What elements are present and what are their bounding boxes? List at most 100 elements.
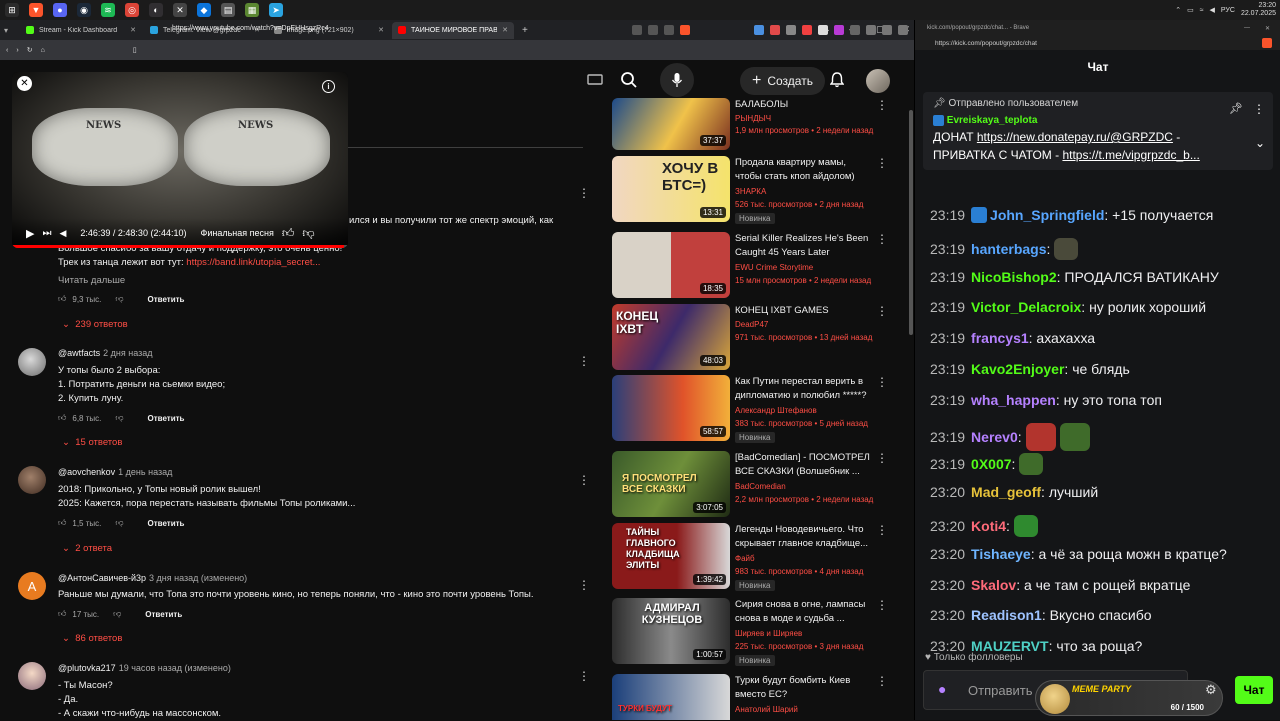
chat-message[interactable]: 23:20 Tishaeye: а чё за роща можн в кратц… — [930, 546, 1227, 562]
menu-icon[interactable] — [898, 25, 908, 35]
like-icon[interactable]: 👍︎ — [58, 609, 66, 619]
replies-toggle[interactable]: ⌄ 15 ответов — [62, 437, 122, 448]
video-title[interactable]: Serial Killer Realizes He's Been Caught 4… — [735, 232, 885, 260]
comment-author[interactable]: @plutovka217 19 часов назад (изменено) — [58, 663, 231, 673]
message-username[interactable]: 0X007 — [971, 456, 1011, 472]
channel-name[interactable]: ЗНАРКА — [735, 187, 766, 196]
chat-message[interactable]: 23:19 Victor_Delacroix: ну ролик хороший — [930, 299, 1206, 315]
video-thumbnail[interactable]: 58:57 — [612, 375, 730, 441]
band-link[interactable]: https://band.link/utopia_secret... — [186, 257, 320, 268]
extensions-puzzle-icon[interactable] — [866, 25, 876, 35]
progress-bar[interactable] — [12, 245, 348, 248]
brave-taskbar-icon[interactable]: ▼ — [29, 3, 43, 17]
video-menu-icon[interactable]: ⋮ — [876, 232, 888, 246]
message-username[interactable]: John_Springfield — [990, 207, 1104, 223]
recommended-video[interactable]: 37:37 БАЛАБОЛЫ РЫНДЫЧ 1,9 млн просмотров… — [612, 98, 910, 150]
chat-message[interactable]: 23:19 Kavo2Enjoyer: че блядь — [930, 361, 1130, 377]
chat-message[interactable]: 23:19 Nerev0: — [930, 422, 1090, 451]
video-menu-icon[interactable]: ⋮ — [876, 304, 888, 318]
pin-toggle-icon[interactable]: 📌︎ — [1229, 102, 1243, 115]
like-icon[interactable]: 👍︎ — [282, 226, 295, 241]
tray-chevron-icon[interactable]: ⌃ — [1175, 6, 1181, 14]
tab-search-icon[interactable]: ▾ — [4, 26, 18, 35]
reload-icon[interactable]: ↻ — [27, 46, 33, 54]
channel-name[interactable]: BadComedian — [735, 482, 786, 491]
extension-icon[interactable] — [818, 25, 828, 35]
chat-message[interactable]: 23:19 hanterbags: — [930, 237, 1079, 260]
video-menu-icon[interactable]: ⋮ — [876, 674, 888, 688]
url-bar[interactable]: https://www.youtube.com/watch?v=DpEHHsgz… — [172, 25, 592, 32]
search-icon[interactable] — [612, 63, 646, 97]
spotify-taskbar-icon[interactable]: ≋ — [101, 3, 115, 17]
app-taskbar-icon[interactable]: ◆ — [197, 3, 211, 17]
replies-toggle[interactable]: ⌄ 86 ответов — [62, 633, 122, 644]
avatar[interactable] — [18, 348, 46, 376]
recommended-video[interactable]: КОНЕЦ IXBT 48:03 КОНЕЦ IXBT GAMES DeadP4… — [612, 304, 910, 370]
message-username[interactable]: Readison1 — [971, 607, 1042, 623]
pinned-author[interactable]: Evreiskaya_teplota — [933, 115, 1037, 126]
extension-icon[interactable] — [786, 25, 796, 35]
avatar[interactable] — [18, 466, 46, 494]
video-thumbnail[interactable]: ТУРКИ БУДУТ — [612, 674, 730, 720]
message-username[interactable]: hanterbags — [971, 241, 1046, 257]
reply-button[interactable]: Ответить — [147, 519, 184, 528]
message-username[interactable]: Skalov — [971, 577, 1016, 593]
extension-icon[interactable] — [834, 25, 844, 35]
comment-menu-icon[interactable]: ⋮ — [578, 186, 590, 200]
recommended-video[interactable]: 58:57 Как Путин перестал верить в диплома… — [612, 375, 910, 443]
video-thumbnail[interactable]: 37:37 — [612, 98, 730, 150]
tray-network-icon[interactable]: ▭ — [1187, 6, 1194, 14]
chrome-taskbar-icon[interactable]: ◎ — [125, 3, 139, 17]
chat-message[interactable]: 23:19 John_Springfield: +15 получается — [930, 207, 1213, 223]
cast-icon[interactable] — [632, 25, 642, 35]
tray-language[interactable]: РУС — [1221, 7, 1235, 14]
chevron-down-icon[interactable]: ⌄ — [1255, 136, 1265, 150]
sidebar-icon[interactable] — [882, 25, 892, 35]
tray-clock[interactable]: 23:20 22.07.2025 — [1241, 2, 1276, 18]
video-thumbnail[interactable]: 18:35 — [612, 232, 730, 298]
video-menu-icon[interactable]: ⋮ — [876, 523, 888, 537]
video-menu-icon[interactable]: ⋮ — [876, 98, 888, 112]
settings-gear-icon[interactable]: ⚙ — [1205, 682, 1217, 698]
brave-shield-icon[interactable] — [1262, 38, 1272, 48]
video-title[interactable]: [BadComedian] - ПОСМОТРЕЛ ВСЕ СКАЗКИ (Вол… — [735, 451, 885, 479]
channel-name[interactable]: РЫНДЫЧ — [735, 114, 771, 123]
pinned-menu-icon[interactable]: ⋮ — [1253, 102, 1265, 116]
close-tab-icon[interactable]: ✕ — [130, 26, 136, 34]
channel-name[interactable]: Анатолий Шарий — [735, 705, 798, 714]
recommended-video[interactable]: 18:35 Serial Killer Realizes He's Been Ca… — [612, 232, 910, 298]
cast-screen-icon[interactable] — [578, 63, 612, 97]
comment-menu-icon[interactable]: ⋮ — [578, 669, 590, 683]
video-thumbnail[interactable]: ТАЙНЫ ГЛАВНОГО КЛАДБИЩА ЭЛИТЫ 1:39:42 — [612, 523, 730, 589]
comment-author[interactable]: @aovchenkov 1 день назад — [58, 467, 172, 477]
reply-button[interactable]: Ответить — [147, 295, 184, 304]
back-icon[interactable]: ‹ — [6, 47, 8, 54]
close-app-taskbar-icon[interactable]: ✕ — [173, 3, 187, 17]
comment-menu-icon[interactable]: ⋮ — [578, 578, 590, 592]
close-miniplayer-icon[interactable]: ✕ — [17, 76, 32, 91]
zoom-icon[interactable] — [648, 25, 658, 35]
video-title[interactable]: Легенды Новодевичьего. Что скрывает главн… — [735, 523, 885, 551]
message-username[interactable]: NicoBishop2 — [971, 269, 1057, 285]
forward-icon[interactable]: › — [16, 47, 18, 54]
microphone-icon[interactable] — [660, 63, 694, 97]
reply-button[interactable]: Ответить — [145, 610, 182, 619]
video-menu-icon[interactable]: ⋮ — [876, 451, 888, 465]
video-menu-icon[interactable]: ⋮ — [876, 156, 888, 170]
dislike-icon[interactable]: 👎︎ — [302, 226, 314, 241]
avatar[interactable]: А — [18, 572, 46, 600]
recommended-video[interactable]: ХОЧУ В БТС=) 13:31 Продала квартиру мамы… — [612, 156, 910, 224]
chat-message[interactable]: 23:20 Skalov: а че там с рощей вкратце — [930, 577, 1190, 593]
video-thumbnail[interactable]: АДМИРАЛ КУЗНЕЦОВ 1:00:57 — [612, 598, 730, 664]
video-thumbnail[interactable]: КОНЕЦ IXBT 48:03 — [612, 304, 730, 370]
minimize-icon[interactable]: — — [1244, 25, 1250, 31]
recommended-video[interactable]: ТУРКИ БУДУТ Турки будут бомбить Киев вмес… — [612, 674, 910, 720]
message-username[interactable]: Koti4 — [971, 518, 1006, 534]
recommended-video[interactable]: Я ПОСМОТРЕЛ ВСЕ СКАЗКИ 3:07:05 [BadComed… — [612, 451, 910, 517]
chat-message[interactable]: 23:19 0X007: — [930, 453, 1044, 476]
extension-icon[interactable] — [754, 25, 764, 35]
extension-icon[interactable] — [770, 25, 780, 35]
replies-toggle[interactable]: ⌄ 2 ответа — [62, 543, 112, 554]
discord-taskbar-icon[interactable]: ● — [53, 3, 67, 17]
channel-name[interactable]: Александр Штефанов — [735, 406, 817, 415]
